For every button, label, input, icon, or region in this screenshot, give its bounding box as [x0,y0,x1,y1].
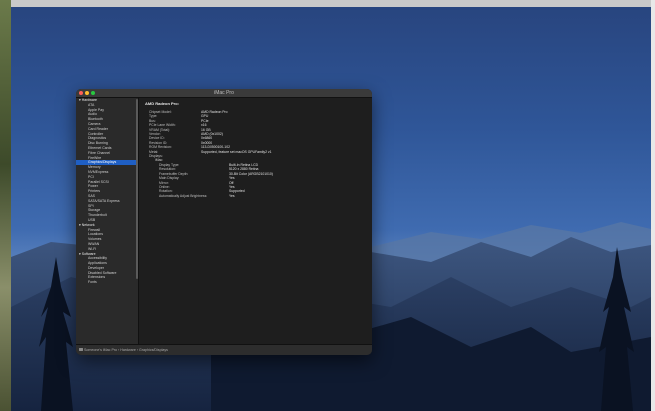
device-fields: Chipset Model: AMD Radeon Pro Type: GPU Bus:… [145,110,366,154]
path-text: Someone's iMac Pro › Hardware › Graphics… [84,348,168,352]
left-edge-background [0,0,11,411]
detail-pane: AMD Radeon Pro: Chipset Model: AMD Radeon… [139,98,372,345]
computer-icon [79,348,83,351]
sidebar[interactable]: ▾ Hardware ATA Apple Pay Audio Bluetooth Came… [76,98,139,345]
display-info-value: Yes [229,193,235,198]
device-heading: AMD Radeon Pro: [145,101,179,106]
titlebar[interactable]: iMac Pro [76,89,372,98]
display-info-row: Automatically Adjust Brightness: Yes [145,194,366,198]
display-info-key: Automatically Adjust Brightness: [159,193,208,198]
sidebar-scrollbar[interactable] [136,99,138,279]
right-edge-background [651,0,655,411]
system-information-window: iMac Pro ▾ Hardware ATA Apple Pay Audio Blue… [76,89,372,355]
display-fields: Display Type: Built-In Retina LCD Resoluti… [145,163,366,198]
info-value: Supported, feature set macOS GPUFamily2 … [201,149,272,154]
display-info-value: 30-Bit Color (ARGB2101010) [229,171,273,176]
sidebar-item[interactable]: Fonts [76,280,138,285]
path-bar: Someone's iMac Pro › Hardware › Graphics… [76,344,372,355]
window-title: iMac Pro [214,90,234,96]
